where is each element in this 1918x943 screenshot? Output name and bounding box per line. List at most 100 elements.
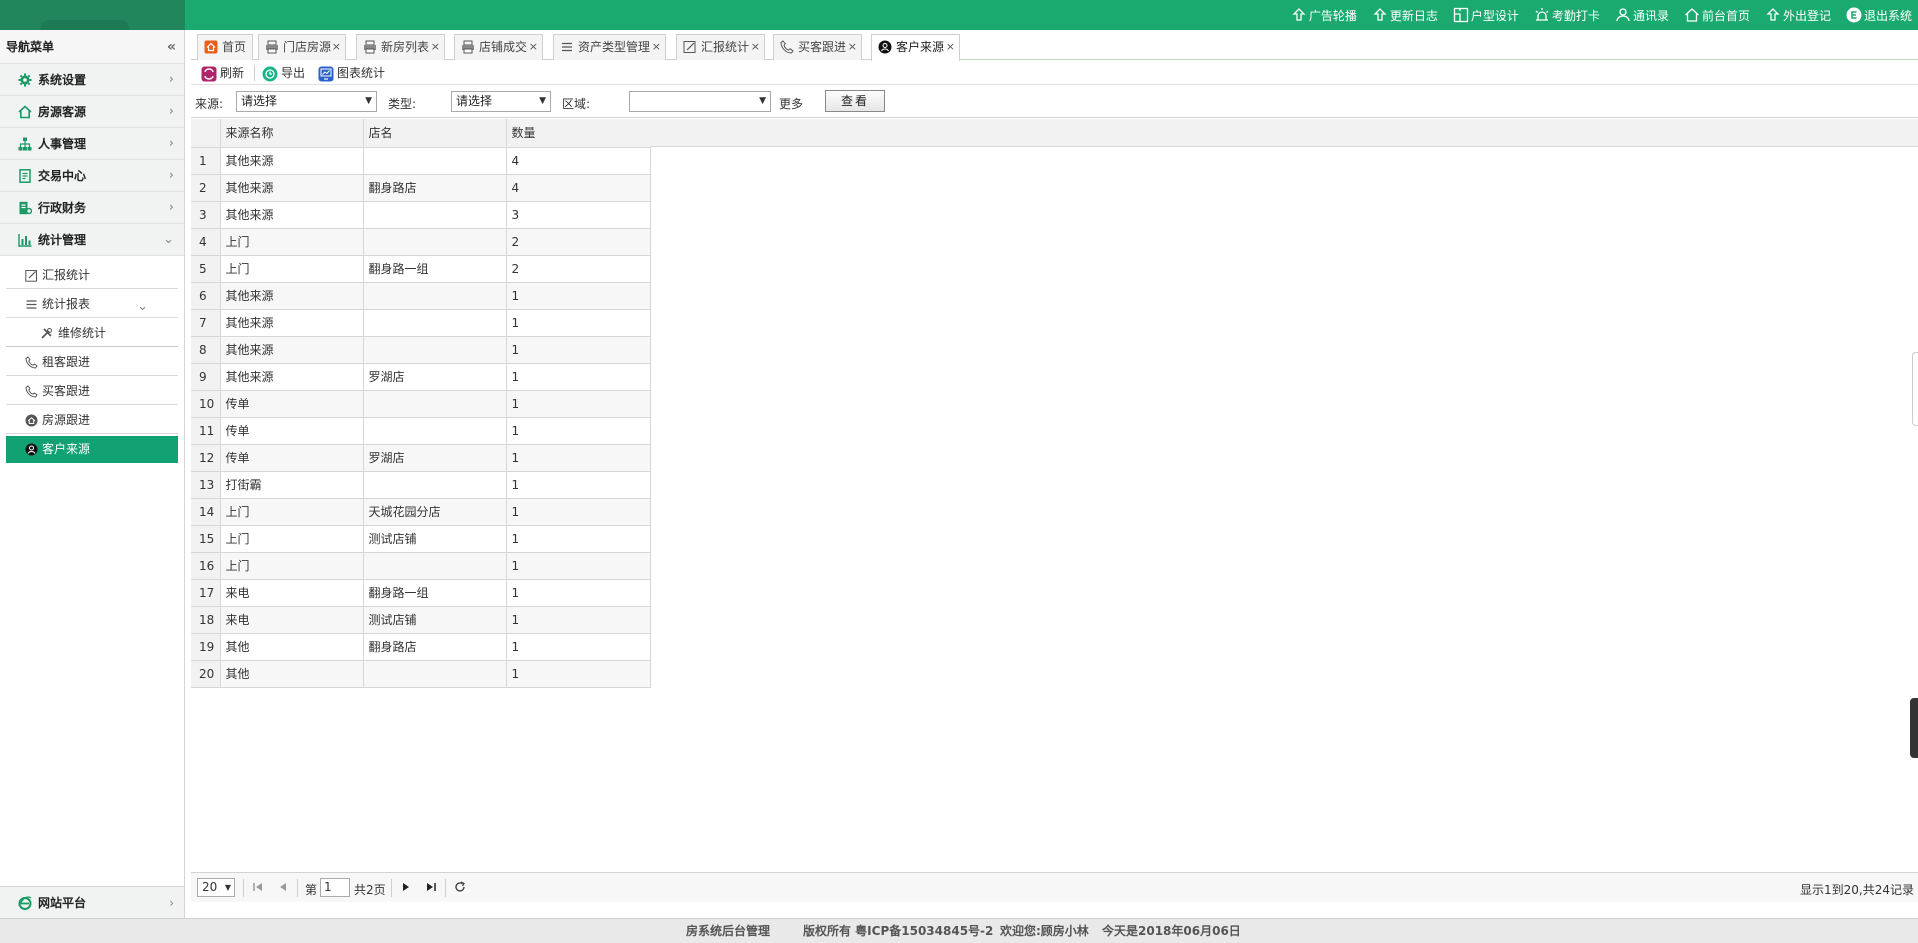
sub-item-report-stats[interactable]: 汇报统计	[6, 262, 178, 289]
menu-hr[interactable]: 人事管理 ›	[0, 128, 184, 160]
sub-item-stat-reports[interactable]: 统计报表 ⌄	[6, 291, 178, 318]
cell-quantity: 1	[506, 471, 651, 499]
source-select[interactable]: 请选择 ▼	[236, 91, 377, 112]
toolbar: 刷新 导出 图表统计	[191, 61, 1918, 85]
cell-quantity: 1	[506, 309, 651, 337]
row-number: 18	[191, 606, 221, 634]
tab-store-listings[interactable]: 门店房源 ×	[258, 34, 346, 60]
footer-welcome: 欢迎您:顾房小林	[1000, 924, 1089, 938]
table-row[interactable]: 16 上门 1	[191, 552, 651, 580]
region-select[interactable]: ▼	[629, 91, 771, 112]
close-icon[interactable]: ×	[652, 35, 661, 59]
top-link-logout[interactable]: 退出系统	[1846, 7, 1912, 24]
tab-buyer-followup[interactable]: 买客跟进 ×	[773, 34, 862, 60]
table-row[interactable]: 11 传单 1	[191, 417, 651, 445]
refresh-button[interactable]: 刷新	[201, 64, 244, 82]
table-row[interactable]: 4 上门 2	[191, 228, 651, 256]
sub-item-label: 维修统计	[58, 326, 107, 340]
side-drawer-handle[interactable]	[1912, 352, 1918, 426]
cell-quantity: 1	[506, 579, 651, 607]
tab-report-stats[interactable]: 汇报统计 ×	[676, 34, 765, 60]
top-link-frontpage[interactable]: 前台首页	[1684, 7, 1750, 24]
close-icon[interactable]: ×	[332, 35, 341, 59]
menu-label: 房源客源	[38, 105, 87, 119]
table-row[interactable]: 10 传单 1	[191, 390, 651, 418]
last-page-icon[interactable]	[424, 880, 438, 894]
more-filters-link[interactable]: 更多	[779, 95, 803, 112]
table-row[interactable]: 1 其他来源 4	[191, 147, 651, 175]
cell-quantity: 1	[506, 633, 651, 661]
tab-shop-deals[interactable]: 店铺成交 ×	[454, 34, 543, 60]
cell-source: 打街霸	[220, 471, 364, 499]
row-number: 20	[191, 660, 221, 688]
top-link-contacts[interactable]: 通讯录	[1615, 7, 1669, 24]
top-link-ad-carousel[interactable]: 广告轮播	[1291, 7, 1357, 24]
reload-icon[interactable]	[453, 880, 467, 894]
tab-new-homes[interactable]: 新房列表 ×	[356, 34, 445, 60]
table-row[interactable]: 20 其他 1	[191, 660, 651, 688]
close-icon[interactable]: ×	[431, 35, 440, 59]
top-link-outing[interactable]: 外出登记	[1765, 7, 1831, 24]
sub-item-repair-stats[interactable]: 维修统计	[6, 320, 178, 347]
type-select[interactable]: 请选择 ▼	[451, 91, 551, 112]
menu-system-settings[interactable]: 系统设置 ›	[0, 64, 184, 96]
table-row[interactable]: 15 上门 测试店铺 1	[191, 525, 651, 553]
collapse-sidebar-icon[interactable]: «	[167, 30, 176, 64]
column-header-store-name[interactable]: 店名	[363, 119, 507, 148]
row-number: 17	[191, 579, 221, 607]
pager-divider	[297, 879, 298, 897]
table-row[interactable]: 19 其他 翻身路店 1	[191, 633, 651, 661]
tab-home[interactable]: 首页	[197, 34, 253, 60]
cell-quantity: 1	[506, 417, 651, 445]
export-button[interactable]: 导出	[262, 64, 305, 82]
sub-item-listing-followup[interactable]: 房源跟进	[6, 407, 178, 434]
region-label: 区域:	[562, 97, 591, 111]
tab-customer-source[interactable]: 客户来源 ×	[871, 34, 960, 61]
table-row[interactable]: 7 其他来源 1	[191, 309, 651, 337]
page-size-select[interactable]: 20 ▼	[197, 878, 235, 897]
table-row[interactable]: 12 传单 罗湖店 1	[191, 444, 651, 472]
chart-stats-button[interactable]: 图表统计	[318, 64, 385, 82]
close-icon[interactable]: ×	[529, 35, 538, 59]
tab-asset-types[interactable]: 资产类型管理 ×	[553, 34, 666, 60]
table-row[interactable]: 17 来电 翻身路一组 1	[191, 579, 651, 607]
row-number: 5	[191, 255, 221, 283]
top-link-changelog[interactable]: 更新日志	[1372, 7, 1438, 24]
sub-item-tenant-followup[interactable]: 租客跟进	[6, 349, 178, 376]
table-row[interactable]: 3 其他来源 3	[191, 201, 651, 229]
tab-label: 客户来源	[896, 40, 945, 54]
table-row[interactable]: 6 其他来源 1	[191, 282, 651, 310]
table-row[interactable]: 9 其他来源 罗湖店 1	[191, 363, 651, 391]
column-header-quantity[interactable]: 数量	[506, 119, 651, 148]
menu-listings[interactable]: 房源客源 ›	[0, 96, 184, 128]
tab-label: 汇报统计	[701, 40, 750, 54]
prev-page-icon[interactable]	[276, 880, 290, 894]
floating-widget[interactable]	[1910, 698, 1918, 758]
top-link-attendance[interactable]: 考勤打卡	[1534, 7, 1600, 24]
close-icon[interactable]: ×	[848, 35, 857, 59]
table-row[interactable]: 18 来电 测试店铺 1	[191, 606, 651, 634]
menu-trading[interactable]: 交易中心 ›	[0, 160, 184, 192]
sub-item-customer-source[interactable]: 客户来源	[6, 436, 178, 463]
view-button[interactable]: 查看	[825, 90, 885, 112]
first-page-icon[interactable]	[251, 880, 265, 894]
column-header-source-name[interactable]: 来源名称	[220, 119, 364, 148]
menu-admin-finance[interactable]: 行政财务 ›	[0, 192, 184, 224]
cell-store	[363, 471, 507, 499]
menu-statistics[interactable]: 统计管理 ⌄	[0, 224, 184, 256]
sub-item-buyer-followup[interactable]: 买客跟进	[6, 378, 178, 405]
statistics-submenu: 汇报统计 统计报表 ⌄ 维修统计 租客跟进 买客跟进 房源跟进 客户来源	[0, 256, 184, 463]
close-icon[interactable]: ×	[751, 35, 760, 59]
next-page-icon[interactable]	[399, 880, 413, 894]
page-number-input[interactable]: 1	[320, 878, 350, 897]
table-row[interactable]: 14 上门 天城花园分店 1	[191, 498, 651, 526]
close-icon[interactable]: ×	[946, 35, 955, 59]
table-row[interactable]: 8 其他来源 1	[191, 336, 651, 364]
table-row[interactable]: 5 上门 翻身路一组 2	[191, 255, 651, 283]
top-link-label: 通讯录	[1632, 8, 1669, 23]
cell-quantity: 1	[506, 606, 651, 634]
top-link-floorplan[interactable]: 户型设计	[1453, 7, 1519, 24]
menu-website-platform[interactable]: 网站平台 ›	[0, 886, 184, 918]
table-row[interactable]: 13 打街霸 1	[191, 471, 651, 499]
table-row[interactable]: 2 其他来源 翻身路店 4	[191, 174, 651, 202]
